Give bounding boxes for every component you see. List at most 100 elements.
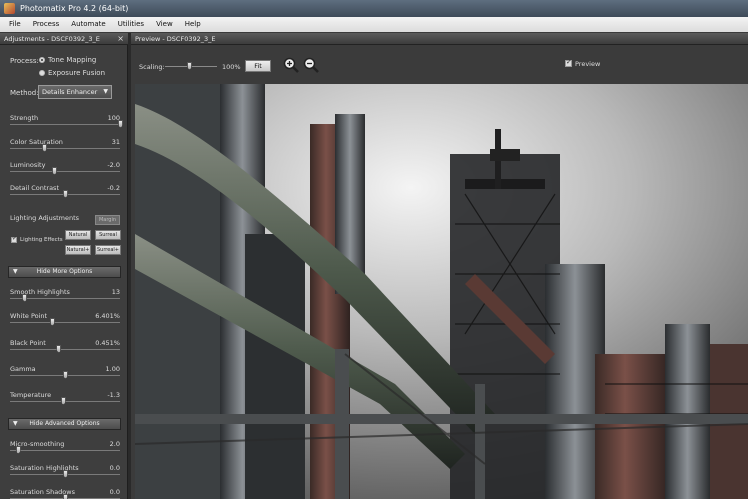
- luminosity-slider[interactable]: Luminosity -2.0: [0, 161, 128, 185]
- slider-track[interactable]: [10, 349, 120, 350]
- slider-value: 0.0: [109, 464, 120, 472]
- slider-track[interactable]: [10, 124, 120, 125]
- slider-thumb[interactable]: [63, 470, 68, 478]
- slider-value: 6.401%: [95, 312, 120, 320]
- temperature-slider[interactable]: Temperature -1.3: [0, 391, 128, 415]
- preview-panel: Scaling: 100% Fit Preview: [131, 45, 748, 499]
- exposure-fusion-radio[interactable]: [39, 70, 45, 76]
- slider-thumb[interactable]: [22, 294, 28, 302]
- window-title: Photomatix Pro 4.2 (64-bit): [20, 4, 129, 13]
- hide-more-options-label: Hide More Options: [36, 268, 93, 275]
- slider-value: 0.0: [109, 488, 120, 496]
- scaling-value: 100%: [222, 63, 241, 71]
- slider-thumb[interactable]: [63, 190, 68, 198]
- surreal-button[interactable]: Surreal: [95, 230, 121, 240]
- natural-plus-button[interactable]: Natural+: [65, 245, 91, 255]
- slider-label: Detail Contrast: [10, 184, 59, 192]
- menu-view[interactable]: View: [150, 17, 179, 32]
- hide-more-options-bar[interactable]: ▼ Hide More Options: [8, 266, 121, 278]
- saturation-shadows-slider[interactable]: Saturation Shadows 0.0: [0, 488, 128, 499]
- scaling-slider-thumb[interactable]: [187, 62, 192, 70]
- triangle-down-icon: ▼: [13, 420, 18, 427]
- preview-label[interactable]: Preview: [575, 60, 600, 68]
- slider-value: 2.0: [109, 440, 120, 448]
- slider-thumb[interactable]: [118, 120, 123, 128]
- method-select[interactable]: Details Enhancer ▼: [38, 85, 112, 99]
- triangle-down-icon: ▼: [13, 268, 18, 275]
- slider-value: -2.0: [107, 161, 120, 169]
- photomatix-app-icon: [4, 3, 15, 14]
- lighting-effects-label[interactable]: Lighting Effects: [20, 237, 63, 243]
- preview-image[interactable]: [135, 84, 748, 499]
- slider-track[interactable]: [10, 450, 120, 451]
- tone-mapping-label[interactable]: Tone Mapping: [48, 56, 96, 64]
- slider-value: 0.451%: [95, 339, 120, 347]
- white-point-slider[interactable]: White Point 6.401%: [0, 312, 128, 336]
- slider-label: Color Saturation: [10, 138, 63, 146]
- lighting-effects-checkbox[interactable]: [11, 235, 17, 243]
- slider-label: White Point: [10, 312, 48, 320]
- adjustments-panel-header: Adjustments - DSCF0392_3_E ×: [0, 33, 128, 45]
- fit-button[interactable]: Fit: [245, 60, 271, 72]
- slider-value: 31: [111, 138, 120, 146]
- exposure-fusion-label[interactable]: Exposure Fusion: [48, 69, 105, 77]
- slider-value: 13: [111, 288, 120, 296]
- slider-label: Luminosity: [10, 161, 46, 169]
- close-icon[interactable]: ×: [117, 33, 124, 45]
- tone-mapping-radio[interactable]: [39, 57, 45, 63]
- slider-thumb[interactable]: [42, 144, 48, 152]
- surreal-plus-button[interactable]: Surreal+: [95, 245, 121, 255]
- title-bar: Photomatix Pro 4.2 (64-bit): [0, 0, 748, 17]
- preview-panel-header: Preview - DSCF0392_3_E: [131, 33, 748, 45]
- scaling-label: Scaling:: [139, 63, 165, 71]
- menu-utilities[interactable]: Utilities: [112, 17, 150, 32]
- strength-slider[interactable]: Strength 100: [0, 114, 128, 138]
- menu-bar: File Process Automate Utilities View Hel…: [0, 17, 748, 32]
- adjustments-panel-title: Adjustments - DSCF0392_3_E: [4, 35, 100, 43]
- slider-label: Strength: [10, 114, 39, 122]
- slider-track[interactable]: [10, 171, 120, 172]
- slider-value: 1.00: [105, 365, 120, 373]
- slider-thumb[interactable]: [56, 345, 62, 353]
- slider-thumb[interactable]: [63, 371, 68, 379]
- natural-button[interactable]: Natural: [65, 230, 91, 240]
- adjustments-panel: Process: Tone Mapping Exposure Fusion Me…: [0, 45, 128, 499]
- slider-label: Gamma: [10, 365, 36, 373]
- chevron-down-icon: ▼: [103, 88, 108, 95]
- menu-process[interactable]: Process: [27, 17, 66, 32]
- slider-label: Smooth Highlights: [10, 288, 70, 296]
- saturation-highlights-slider[interactable]: Saturation Highlights 0.0: [0, 464, 128, 488]
- slider-thumb[interactable]: [15, 446, 21, 454]
- method-label: Method:: [10, 89, 39, 97]
- slider-value: -1.3: [107, 391, 120, 399]
- menu-automate[interactable]: Automate: [65, 17, 111, 32]
- preview-checkbox[interactable]: [565, 58, 572, 67]
- hide-advanced-options-bar[interactable]: ▼ Hide Advanced Options: [8, 418, 121, 430]
- menu-file[interactable]: File: [3, 17, 27, 32]
- lighting-margin-button[interactable]: Margin: [95, 215, 120, 225]
- slider-value: -0.2: [107, 184, 120, 192]
- detail-contrast-slider[interactable]: Detail Contrast -0.2: [0, 184, 128, 208]
- slider-thumb[interactable]: [63, 494, 68, 499]
- slider-track[interactable]: [10, 148, 120, 149]
- slider-label: Temperature: [10, 391, 52, 399]
- slider-thumb[interactable]: [49, 318, 55, 326]
- smooth-highlights-slider[interactable]: Smooth Highlights 13: [0, 288, 128, 312]
- slider-label: Black Point: [10, 339, 46, 347]
- slider-label: Saturation Highlights: [10, 464, 79, 472]
- preview-panel-title: Preview - DSCF0392_3_E: [135, 35, 216, 43]
- slider-thumb[interactable]: [60, 397, 66, 405]
- menu-help[interactable]: Help: [179, 17, 207, 32]
- micro-smoothing-slider[interactable]: Micro-smoothing 2.0: [0, 440, 128, 464]
- zoom-in-icon[interactable]: [283, 57, 299, 73]
- gamma-slider[interactable]: Gamma 1.00: [0, 365, 128, 389]
- slider-track[interactable]: [10, 322, 120, 323]
- color-saturation-slider[interactable]: Color Saturation 31: [0, 138, 128, 162]
- hide-advanced-options-label: Hide Advanced Options: [29, 420, 100, 427]
- lighting-adjustments-label: Lighting Adjustments: [10, 214, 80, 222]
- process-label: Process:: [10, 57, 39, 65]
- zoom-out-icon[interactable]: [303, 57, 319, 73]
- method-select-value: Details Enhancer: [42, 88, 98, 96]
- black-point-slider[interactable]: Black Point 0.451%: [0, 339, 128, 363]
- slider-thumb[interactable]: [52, 167, 57, 175]
